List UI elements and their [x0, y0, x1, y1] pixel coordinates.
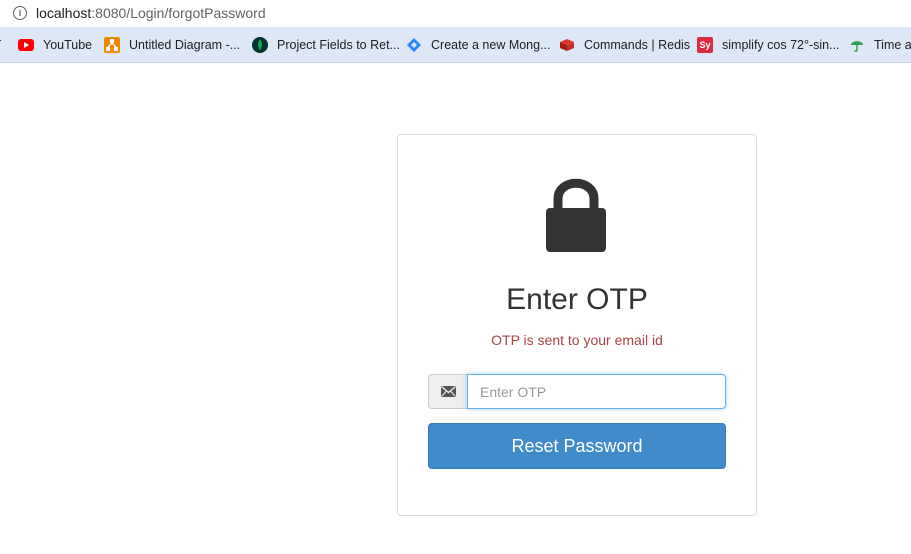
bookmark-redis-commands[interactable]: Commands | Redis: [559, 36, 690, 54]
url-path: :8080/Login/forgotPassword: [91, 5, 266, 21]
bookmark-label: Commands | Redis: [584, 38, 691, 52]
address-bar[interactable]: i localhost:8080/Login/forgotPassword: [0, 0, 911, 27]
bookmark-symbolab[interactable]: Sy simplify cos 72°-sin...: [697, 36, 840, 54]
bookmark-label: Project Fields to Ret...: [277, 38, 400, 52]
bookmark-label: YouTube: [43, 38, 93, 52]
bookmarks-bar: r YouTube Untitled Diagram -... Project …: [0, 27, 911, 63]
bookmark-create-mongo[interactable]: Create a new Mong...: [406, 36, 551, 54]
jira-icon: [406, 37, 422, 53]
lock-icon: [544, 175, 608, 258]
url-text[interactable]: localhost:8080/Login/forgotPassword: [36, 5, 266, 22]
otp-input[interactable]: [467, 374, 726, 409]
otp-sent-message: OTP is sent to your email id: [491, 332, 663, 348]
otp-input-group: [428, 374, 726, 409]
mongodb-leaf-icon: [252, 37, 268, 53]
bookmark-label: Untitled Diagram -...: [129, 38, 241, 52]
reset-password-button[interactable]: Reset Password: [428, 423, 726, 469]
bookmark-youtube[interactable]: YouTube: [18, 36, 92, 54]
bookmark-label: simplify cos 72°-sin...: [722, 38, 840, 52]
redis-icon: [559, 37, 575, 53]
drawio-icon: [104, 37, 120, 53]
envelope-icon: [428, 374, 467, 409]
bookmark-label: Time ar: [874, 38, 911, 52]
umbrella-icon: [849, 37, 865, 53]
bookmark-time[interactable]: Time ar: [849, 36, 911, 54]
url-host: localhost: [36, 5, 92, 21]
bookmark-cut-text[interactable]: r: [0, 36, 1, 50]
forgot-password-card: Enter OTP OTP is sent to your email id R…: [397, 134, 757, 516]
symbolab-icon: Sy: [697, 37, 713, 53]
bookmark-untitled-diagram[interactable]: Untitled Diagram -...: [104, 36, 240, 54]
page-title: Enter OTP: [506, 283, 648, 316]
bookmark-project-fields[interactable]: Project Fields to Ret...: [252, 36, 400, 54]
youtube-icon: [18, 37, 34, 53]
bookmark-label: Create a new Mong...: [431, 38, 551, 52]
info-icon[interactable]: i: [13, 6, 27, 20]
